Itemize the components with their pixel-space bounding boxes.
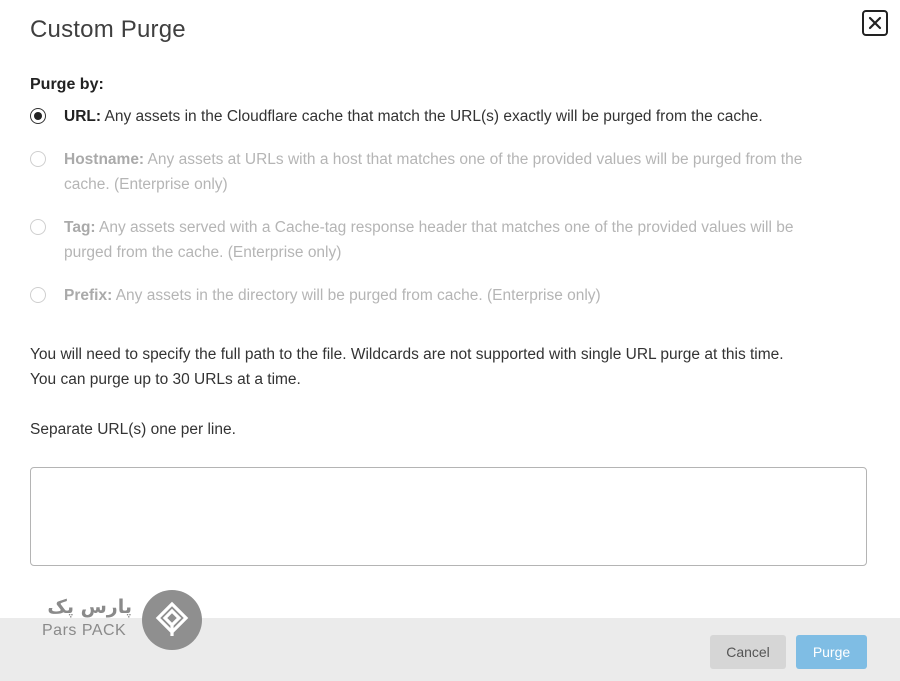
purge-button[interactable]: Purge [796,635,867,669]
purge-option-tag-text: Tag: Any assets served with a Cache-tag … [64,215,830,265]
option-name: Hostname: [64,151,145,168]
purge-by-label: Purge by: [30,76,104,93]
purge-option-hostname: Hostname: Any assets at URLs with a host… [30,147,850,197]
watermark-text-fa: پارس پک [47,596,132,618]
radio-hostname [30,151,46,167]
option-name: Prefix: [64,287,113,304]
purge-option-url[interactable]: URL: Any assets in the Cloudflare cache … [30,104,850,129]
option-name: URL: [64,108,102,125]
option-description: Any assets in the directory will be purg… [112,287,601,304]
option-description: Any assets in the Cloudflare cache that … [101,108,763,125]
purge-option-prefix: Prefix: Any assets in the directory will… [30,283,850,308]
info-text: You will need to specify the full path t… [30,346,784,388]
option-name: Tag: [64,219,96,236]
purge-option-url-text: URL: Any assets in the Cloudflare cache … [64,104,763,129]
option-description: Any assets at URLs with a host that matc… [64,151,803,193]
cancel-button[interactable]: Cancel [710,635,786,669]
radio-tag [30,219,46,235]
close-button[interactable] [862,10,888,36]
separate-urls-label: Separate URL(s) one per line. [30,421,236,438]
radio-selected-dot [34,112,42,120]
purge-option-hostname-text: Hostname: Any assets at URLs with a host… [64,147,850,197]
close-icon [868,16,882,30]
dialog-title: Custom Purge [30,16,186,43]
url-list-input[interactable] [30,467,867,566]
purge-option-tag: Tag: Any assets served with a Cache-tag … [30,215,830,265]
option-description: Any assets served with a Cache-tag respo… [64,219,794,261]
radio-url[interactable] [30,108,46,124]
parspack-logo-icon [142,590,202,650]
watermark: پارس پک Pars PACK [40,590,202,652]
watermark-text-en: Pars PACK [42,622,127,639]
radio-prefix [30,287,46,303]
purge-option-prefix-text: Prefix: Any assets in the directory will… [64,283,601,308]
